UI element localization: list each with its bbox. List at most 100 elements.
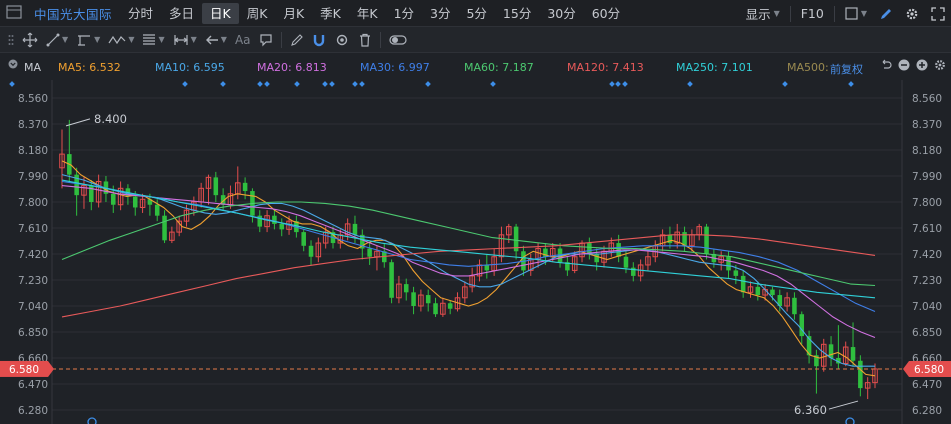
- event-marker: [687, 81, 693, 87]
- period-tab-1[interactable]: 多日: [161, 3, 202, 24]
- wave-icon: [108, 35, 126, 44]
- candle-body: [447, 303, 453, 309]
- ma10-value: MA10: 6.595: [155, 61, 225, 74]
- line-tool[interactable]: ▼: [42, 27, 72, 53]
- wave-tool[interactable]: ▼: [104, 27, 138, 53]
- move-tool[interactable]: [18, 27, 42, 53]
- event-marker: [220, 81, 226, 87]
- ma5-value: MA5: 6.532: [58, 61, 121, 74]
- period-tab-0[interactable]: 分时: [120, 3, 161, 24]
- gear-icon[interactable]: [934, 59, 946, 71]
- event-marker: [322, 81, 328, 87]
- expand-button[interactable]: [925, 6, 951, 21]
- toggle-tool[interactable]: [385, 27, 411, 53]
- scroll-handle-right: [845, 417, 855, 424]
- y-tick-label-right: 6.280: [912, 405, 942, 417]
- magnet-icon: [313, 34, 324, 46]
- move-icon: [22, 32, 38, 47]
- candle-body: [308, 245, 314, 257]
- toggle-icon: [388, 34, 407, 45]
- y-tick-label-left: 7.610: [18, 223, 48, 235]
- f10-button[interactable]: F10: [795, 6, 830, 21]
- adjust-mode[interactable]: 前复权: [830, 61, 863, 77]
- ma120-value: MA120: 7.413: [567, 61, 644, 74]
- period-tab-6[interactable]: 年K: [349, 3, 386, 24]
- draw-tool-button[interactable]: [873, 7, 899, 21]
- ma20-value: MA20: 6.813: [257, 61, 327, 74]
- ma-collapse[interactable]: [8, 59, 18, 69]
- candle-body: [792, 297, 797, 315]
- candle-body: [162, 215, 167, 241]
- y-tick-label-left: 6.470: [18, 379, 48, 391]
- candle-body: [425, 295, 431, 304]
- arrow-tool[interactable]: ▼: [201, 27, 231, 53]
- toolbar-right: 显示 ▼ F10 ▼: [740, 0, 951, 27]
- period-tabs: 中国光大国际 分时 多日 日K 周K 月K 季K 年K 1分 3分 5分 15分 30分 60分: [0, 0, 628, 26]
- square-icon: [845, 7, 858, 20]
- settings-button[interactable]: [899, 7, 925, 21]
- candle-body: [484, 264, 490, 271]
- trash-icon: [359, 33, 370, 47]
- candle-body: [301, 232, 306, 246]
- display-dropdown[interactable]: 显示 ▼: [740, 4, 786, 23]
- line-icon: [46, 33, 60, 46]
- remove-icon[interactable]: [898, 59, 910, 71]
- range-tool[interactable]: ▼: [169, 27, 201, 53]
- delete-tool[interactable]: [354, 27, 376, 53]
- period-tab-11[interactable]: 30分: [539, 3, 583, 24]
- y-tick-label-right: 8.560: [912, 93, 942, 105]
- window-icon[interactable]: [6, 5, 26, 22]
- chevron-down-icon: [8, 59, 18, 69]
- period-tab-9[interactable]: 5分: [458, 3, 494, 24]
- divider: [789, 5, 791, 22]
- channel-tool[interactable]: ▼: [72, 27, 104, 53]
- kline-chart[interactable]: 8.560 8.560 8.370 8.370 8.180 8.180 7.990 7.990…: [0, 80, 951, 424]
- period-tab-12[interactable]: 60分: [584, 3, 628, 24]
- note-icon: [259, 33, 272, 46]
- period-tab-3[interactable]: 周K: [239, 3, 276, 24]
- period-tab-4[interactable]: 月K: [275, 3, 312, 24]
- layout-dropdown[interactable]: ▼: [839, 7, 873, 20]
- event-marker: [848, 81, 854, 87]
- pen-tool[interactable]: [286, 27, 308, 53]
- period-tab-2[interactable]: 日K: [202, 2, 239, 24]
- fib-tool[interactable]: ▼: [138, 27, 168, 53]
- candle-body: [110, 193, 116, 205]
- chevron-down-icon: ▼: [773, 9, 780, 18]
- candle-body: [850, 347, 856, 361]
- chevron-down-icon: ▼: [128, 35, 135, 44]
- candle-body: [799, 314, 805, 337]
- candle-body: [594, 254, 599, 263]
- chevron-down-icon: ▼: [860, 9, 867, 18]
- chevron-down-icon: ▼: [94, 35, 101, 44]
- divider: [280, 31, 282, 48]
- candle-body: [213, 177, 219, 196]
- ma500-value: MA500:: [787, 61, 829, 74]
- visibility-tool[interactable]: [330, 27, 354, 53]
- drawing-toolbar: ▼ ▼ ▼ ▼ ▼ ▼ Aa: [0, 27, 951, 53]
- period-tab-7[interactable]: 1分: [386, 3, 422, 24]
- chevron-down-icon: ▼: [190, 35, 197, 44]
- y-tick-label-left: 7.800: [18, 197, 48, 209]
- candle-body: [755, 286, 761, 296]
- y-tick-label-left: 8.560: [18, 93, 48, 105]
- y-tick-label-left: 7.990: [18, 171, 48, 183]
- event-marker: [615, 81, 621, 87]
- note-tool[interactable]: [255, 27, 277, 53]
- candle-body: [154, 204, 160, 216]
- y-tick-label-right: 7.420: [912, 249, 942, 261]
- candle-body: [770, 289, 775, 296]
- ma-line-ma5: [61, 160, 876, 377]
- text-tool[interactable]: Aa: [231, 27, 255, 53]
- period-tab-5[interactable]: 季K: [312, 3, 349, 24]
- stock-name[interactable]: 中国光大国际: [34, 4, 112, 23]
- magnet-tool[interactable]: [308, 27, 330, 53]
- period-tab-8[interactable]: 3分: [422, 3, 458, 24]
- y-tick-label-right: 7.230: [912, 275, 942, 287]
- undo-icon[interactable]: [880, 59, 892, 71]
- candle-body: [242, 182, 248, 192]
- period-tab-10[interactable]: 15分: [495, 3, 539, 24]
- indicator-label[interactable]: MA: [24, 61, 41, 74]
- candle-body: [726, 256, 731, 271]
- add-icon[interactable]: [916, 59, 928, 71]
